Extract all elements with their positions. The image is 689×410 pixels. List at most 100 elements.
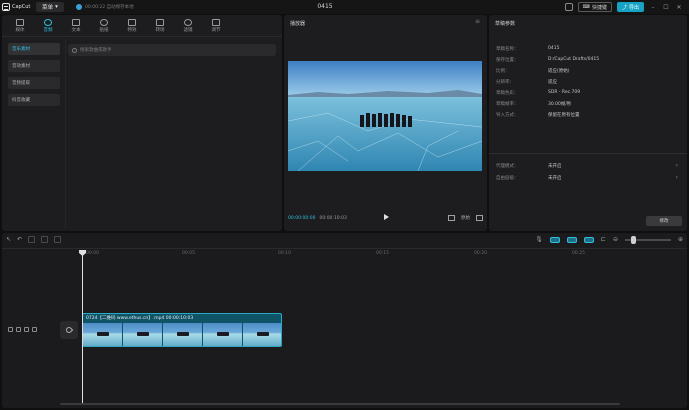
main-track-magnet-icon[interactable] bbox=[549, 236, 560, 243]
text-icon bbox=[72, 19, 80, 26]
tool-adjust[interactable]: 调节 bbox=[202, 15, 230, 37]
split-icon[interactable] bbox=[41, 236, 49, 243]
crop-icon[interactable] bbox=[448, 215, 455, 221]
timeline-scrollbar[interactable] bbox=[60, 403, 620, 405]
tool-label: 调节 bbox=[211, 28, 221, 33]
prop-value: 保留在原有位置 bbox=[548, 112, 580, 118]
playhead[interactable] bbox=[82, 251, 83, 403]
prop-key: 草稿名称： bbox=[496, 46, 519, 52]
media-icon bbox=[16, 19, 24, 26]
player-title: 播放器 bbox=[290, 21, 306, 27]
export-icon: ⤴ bbox=[621, 4, 627, 11]
properties-list-2: 代理模式： 未开启 › 自由层级： 未开启 › bbox=[496, 160, 682, 184]
audio-side-nav: 音乐素材 音效素材 音频提取 抖音收藏 bbox=[8, 43, 60, 106]
zoom-out-icon[interactable]: ⊖ bbox=[613, 236, 618, 243]
layout-icon[interactable] bbox=[564, 3, 573, 11]
track-lock-icon[interactable] bbox=[8, 327, 13, 332]
prop-row-framerate: 草稿帧率： 30.00帧/秒 bbox=[496, 98, 682, 109]
prop-key: 草稿色彩： bbox=[496, 90, 519, 96]
timeline-toolbar: ↖ ↶ 🎙 ⊏ ⊖ ⊕ bbox=[2, 233, 687, 249]
capcut-logo-icon bbox=[2, 3, 10, 11]
zoom-slider-handle[interactable] bbox=[630, 235, 636, 244]
chevron-right-icon: › bbox=[675, 162, 678, 169]
prop-row-name: 草稿名称： 0415 bbox=[496, 43, 682, 54]
video-clip[interactable]: 0724【二维码 www.ethus.cn】.mp4 00:00:10:03 bbox=[82, 313, 282, 347]
resource-toolbar: 媒体 音频 文本 贴纸 特效 转场 滤镜 调节 bbox=[2, 15, 282, 37]
player-menu-icon[interactable]: ≡ bbox=[475, 18, 480, 25]
ruler-label: 00:15 bbox=[376, 251, 389, 256]
prop-row-color: 草稿色彩： SDR - Rec.709 bbox=[496, 87, 682, 98]
properties-list: 草稿名称： 0415 保存位置： D:/CapCut Drafts/0415 比例：… bbox=[496, 43, 682, 120]
export-button[interactable]: ⤴ 导出 bbox=[616, 2, 644, 12]
ruler-label: 00:05 bbox=[182, 251, 195, 256]
modify-button[interactable]: 修改 bbox=[646, 216, 682, 226]
prop-key: 草稿帧率： bbox=[496, 101, 519, 107]
title-bar-actions: ⌨ 快捷键 ⤴ 导出 – ☐ ✕ bbox=[564, 1, 683, 13]
track-hide-icon[interactable] bbox=[16, 327, 21, 332]
fullscreen-icon[interactable] bbox=[476, 215, 483, 221]
delete-icon[interactable] bbox=[54, 236, 62, 243]
music-search-input[interactable]: 搜索歌曲或歌手 bbox=[68, 44, 276, 56]
nav-audio-extract[interactable]: 音频提取 bbox=[8, 77, 60, 89]
title-bar: CapCut 菜单 ▾ 00:00:22 自动保存本地 0415 ⌨ 快捷键 ⤴… bbox=[0, 0, 689, 14]
nav-douyin-favorites[interactable]: 抖音收藏 bbox=[8, 94, 60, 106]
preview-axis-icon[interactable]: ⊏ bbox=[601, 236, 606, 243]
ruler-label: 00:20 bbox=[474, 251, 487, 256]
microphone-icon[interactable]: 🎙 bbox=[535, 236, 543, 243]
prop-row-location: 保存位置： D:/CapCut Drafts/0415 bbox=[496, 54, 682, 65]
prop-key: 保存位置： bbox=[496, 57, 519, 63]
clip-thumbnail bbox=[203, 323, 243, 346]
ratio-button[interactable]: 原始 bbox=[461, 215, 470, 221]
prop-row-ratio: 比例： 适应(原始) bbox=[496, 65, 682, 76]
cover-button[interactable] bbox=[60, 321, 78, 339]
prop-value: 未开启 bbox=[548, 164, 562, 169]
tool-audio[interactable]: 音频 bbox=[34, 15, 62, 37]
timeline-panel: ↖ ↶ 🎙 ⊏ ⊖ ⊕ 00:00 00:05 00:10 00:15 00:2… bbox=[2, 233, 687, 408]
tool-text[interactable]: 文本 bbox=[62, 15, 90, 37]
clip-thumbnail bbox=[83, 323, 123, 346]
track-eye-icon[interactable] bbox=[32, 327, 37, 332]
redo-icon[interactable] bbox=[28, 236, 36, 243]
video-preview[interactable] bbox=[288, 61, 482, 171]
menu-label: 菜单 bbox=[42, 5, 54, 11]
transition-icon bbox=[156, 19, 164, 26]
select-pointer-icon[interactable]: ↖ bbox=[6, 236, 11, 243]
timeline-ruler[interactable]: 00:00 00:05 00:10 00:15 00:20 00:25 bbox=[82, 250, 682, 260]
auto-snap-icon[interactable] bbox=[566, 236, 577, 243]
prop-row-free-layer[interactable]: 自由层级： 未开启 › bbox=[496, 172, 682, 184]
cover-edit-icon bbox=[64, 325, 74, 335]
save-status-icon bbox=[76, 4, 82, 10]
close-icon[interactable]: ✕ bbox=[675, 4, 683, 11]
zoom-in-icon[interactable]: ⊕ bbox=[678, 236, 683, 243]
tool-label: 贴纸 bbox=[99, 28, 109, 33]
maximize-icon[interactable]: ☐ bbox=[662, 4, 670, 11]
nav-sound-effects[interactable]: 音效素材 bbox=[8, 60, 60, 72]
zoom-slider[interactable] bbox=[624, 235, 671, 244]
menu-button[interactable]: 菜单 ▾ bbox=[36, 2, 64, 12]
tool-sticker[interactable]: 贴纸 bbox=[90, 15, 118, 37]
adjust-icon bbox=[212, 19, 220, 26]
undo-icon[interactable]: ↶ bbox=[17, 236, 22, 243]
tool-transition[interactable]: 转场 bbox=[146, 15, 174, 37]
tool-label: 音频 bbox=[43, 28, 53, 33]
nav-divider bbox=[65, 39, 66, 229]
player-panel: 播放器 ≡ 00:00:00:00 00:00:10:03 原始 bbox=[284, 15, 487, 231]
minimize-icon[interactable]: – bbox=[649, 4, 657, 11]
shortcut-button[interactable]: ⌨ 快捷键 bbox=[577, 2, 612, 12]
player-controls: 00:00:00:00 00:00:10:03 原始 bbox=[288, 213, 483, 223]
tool-media[interactable]: 媒体 bbox=[6, 15, 34, 37]
linkage-icon[interactable] bbox=[583, 236, 594, 243]
play-icon[interactable] bbox=[384, 214, 389, 220]
prop-value: D:/CapCut Drafts/0415 bbox=[548, 57, 600, 62]
nav-music[interactable]: 音乐素材 bbox=[8, 43, 60, 55]
ruler-label: 00:25 bbox=[572, 251, 585, 256]
tool-effects[interactable]: 特效 bbox=[118, 15, 146, 37]
player-right-controls: 原始 bbox=[448, 213, 483, 223]
audio-icon bbox=[44, 19, 52, 26]
current-timecode: 00:00:00:00 bbox=[288, 215, 316, 221]
clip-thumbnail bbox=[123, 323, 163, 346]
prop-row-proxy[interactable]: 代理模式： 未开启 › bbox=[496, 160, 682, 172]
tool-label: 文本 bbox=[71, 28, 81, 33]
track-mute-icon[interactable] bbox=[24, 327, 29, 332]
tool-filter[interactable]: 滤镜 bbox=[174, 15, 202, 37]
